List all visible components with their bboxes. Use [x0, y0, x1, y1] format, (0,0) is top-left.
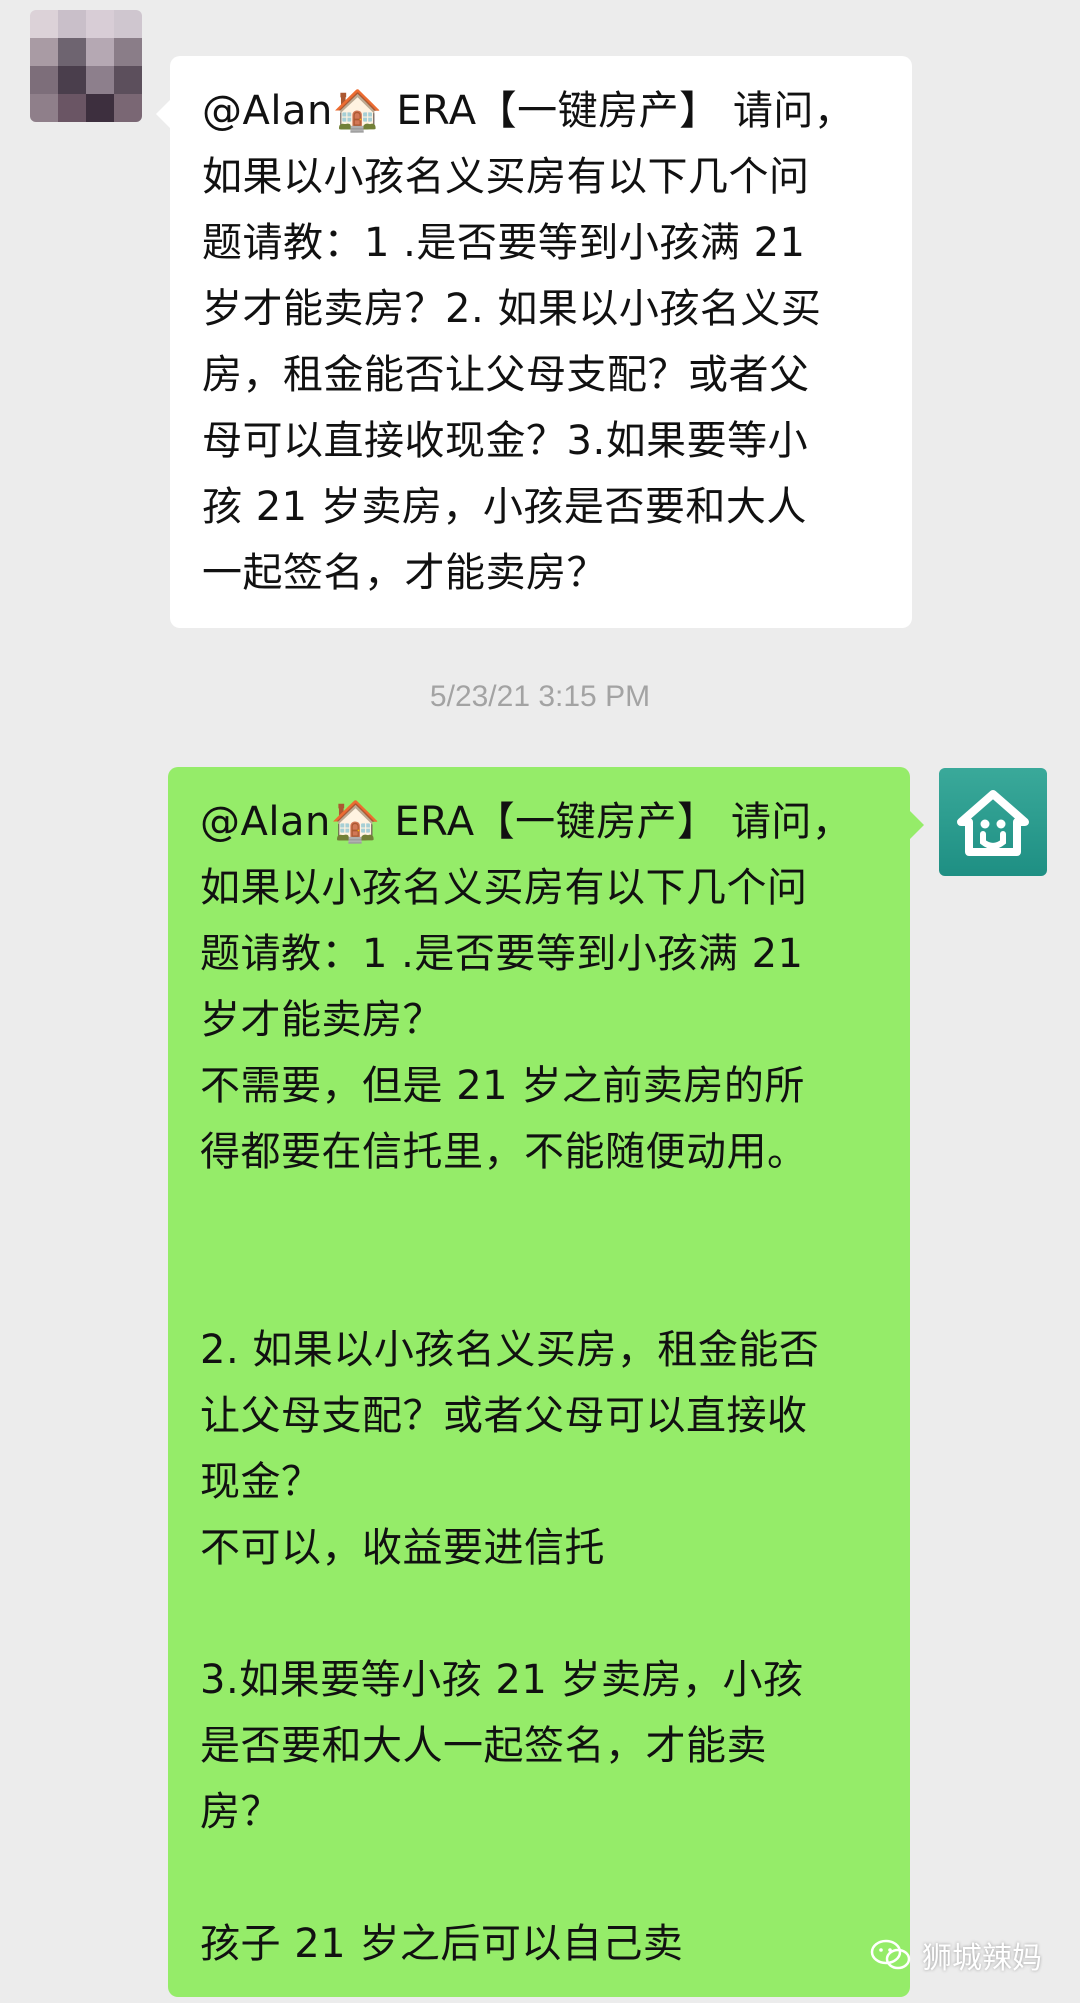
watermark-text: 狮城辣妈 [922, 1941, 1042, 1976]
message-line [200, 1845, 884, 1911]
message-line: 现金？ [200, 1459, 322, 1505]
message-line [200, 1185, 884, 1251]
own-avatar[interactable] [939, 768, 1047, 876]
message-line: 题请教：1 .是否要等到小孩满 21 [200, 931, 804, 977]
message-line: 2. 如果以小孩名义买房，租金能否 [200, 1327, 820, 1373]
message-line: 岁才能卖房？2. 如果以小孩名义买 [202, 286, 822, 332]
message-line: 房？ [200, 1789, 281, 1835]
message-line: 题请教：1 .是否要等到小孩满 21 [202, 220, 806, 266]
message-timestamp: 5/23/21 3:15 PM [429, 680, 651, 713]
message-line: 孩 21 岁卖房，小孩是否要和大人 [202, 484, 807, 530]
message-line: 3.如果要等小孩 21 岁卖房，小孩 [200, 1657, 804, 1703]
house-logo-icon [957, 790, 1029, 856]
message-line: 一起签名，才能卖房？ [202, 550, 607, 596]
watermark: 狮城辣妈 [870, 1933, 1042, 1977]
message-line: 不需要，但是 21 岁之前卖房的所 [200, 1063, 805, 1109]
message-line: 是否要和大人一起签名，才能卖 [200, 1723, 767, 1769]
message-line: 母可以直接收现金？3.如果要等小 [202, 418, 809, 464]
wechat-icon [870, 1939, 911, 1970]
message-line: @Alan🏠 ERA【一键房产】 请问， [200, 799, 853, 845]
message-line [200, 1581, 884, 1647]
message-line: 岁才能卖房？ [200, 997, 443, 1043]
message-line: 不可以，收益要进信托 [200, 1525, 605, 1571]
message-line: 房，租金能否让父母支配？或者父 [202, 352, 810, 398]
sent-message-bubble[interactable]: @Alan🏠 ERA【一键房产】 请问， 如果以小孩名义买房有以下几个问 题请教：1… [168, 767, 924, 1997]
message-line: @Alan🏠 ERA【一键房产】 请问， [202, 88, 855, 134]
message-line: 如果以小孩名义买房有以下几个问 [200, 865, 808, 911]
message-line: 得都要在信托里，不能随便动用。 [200, 1129, 808, 1175]
message-line [200, 1251, 884, 1317]
message-line: 如果以小孩名义买房有以下几个问 [202, 154, 810, 200]
message-line: 让父母支配？或者父母可以直接收 [200, 1393, 808, 1439]
received-message-bubble[interactable]: @Alan🏠 ERA【一键房产】 请问， 如果以小孩名义买房有以下几个问 题请教：1… [156, 56, 912, 628]
message-line: 孩子 21 岁之后可以自己卖 [200, 1921, 684, 1967]
sender-avatar[interactable] [30, 10, 142, 122]
